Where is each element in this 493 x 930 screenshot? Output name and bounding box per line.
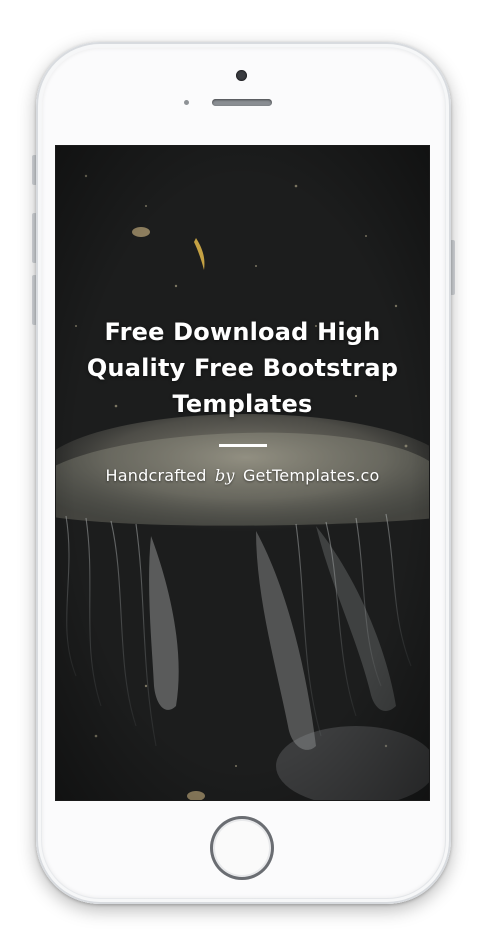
hero-title: Free Download High Quality Free Bootstra… [86,318,399,418]
subtitle-brand-link[interactable]: GetTemplates.co [243,466,380,485]
earpiece-speaker [212,99,272,106]
proximity-sensor [184,100,189,105]
subtitle-prefix: Handcrafted [105,466,207,485]
page-stage: Free Download High Quality Free Bootstra… [0,0,493,930]
home-button[interactable] [210,816,274,880]
subtitle-by: by [214,466,235,485]
hero-subtitle: Handcrafted by GetTemplates.co [56,465,429,487]
hero-section: Free Download High Quality Free Bootstra… [56,314,429,487]
hero-divider [218,444,267,447]
front-camera-icon [236,70,247,81]
phone-screen: Free Download High Quality Free Bootstra… [56,146,429,800]
